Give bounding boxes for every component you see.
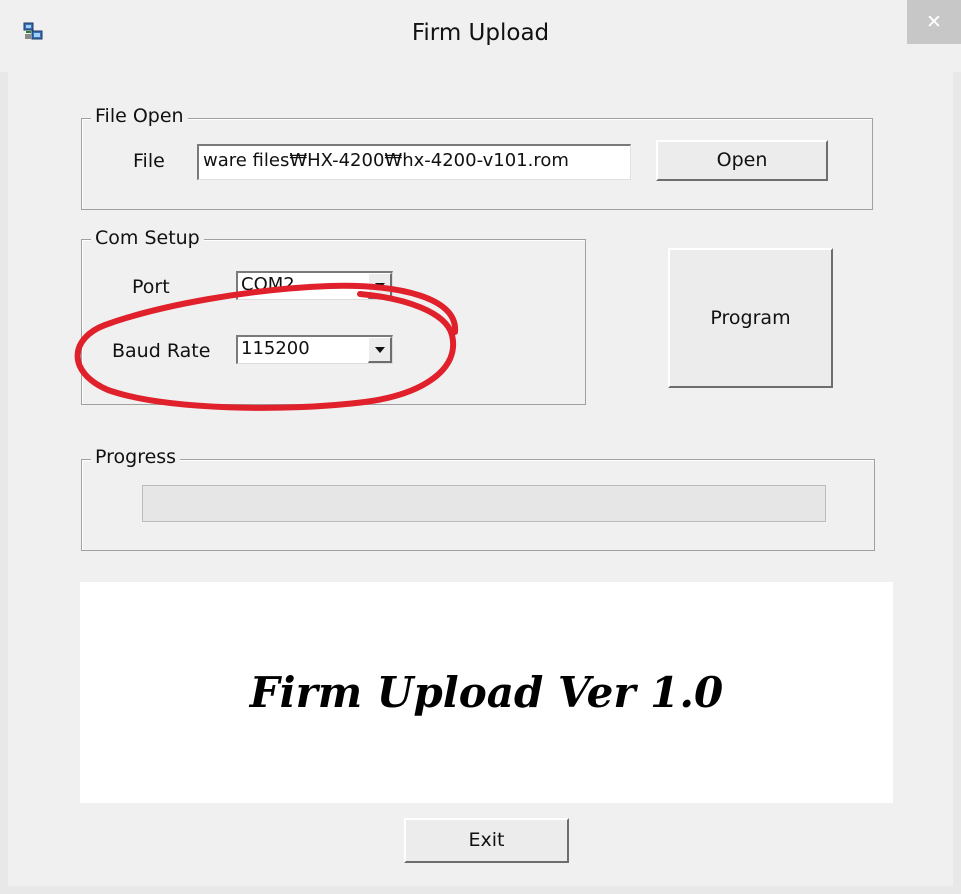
- version-banner: Firm Upload Ver 1.0: [80, 582, 893, 803]
- baud-rate-select-value: 115200: [241, 338, 310, 359]
- file-path-input[interactable]: ware files₩HX-4200₩hx-4200-v101.rom: [197, 144, 631, 180]
- progress-group-label: Progress: [91, 446, 181, 468]
- file-open-group-label: File Open: [91, 105, 188, 127]
- chevron-down-icon[interactable]: [368, 273, 392, 299]
- port-select[interactable]: COM2: [236, 271, 393, 300]
- exit-button[interactable]: Exit: [404, 818, 569, 863]
- program-button[interactable]: Program: [668, 248, 833, 388]
- chevron-down-icon[interactable]: [368, 337, 392, 363]
- program-button-label: Program: [710, 307, 791, 329]
- port-label: Port: [132, 276, 170, 298]
- open-button[interactable]: Open: [656, 140, 828, 181]
- firm-upload-window: Firm Upload ✕ File Open File ware files₩…: [0, 0, 961, 894]
- close-icon: ✕: [926, 11, 942, 33]
- window-title: Firm Upload: [411, 20, 550, 46]
- close-button[interactable]: ✕: [907, 0, 961, 44]
- com-setup-group-label: Com Setup: [91, 227, 204, 249]
- port-select-value: COM2: [241, 274, 295, 295]
- baud-rate-select[interactable]: 115200: [236, 335, 393, 364]
- progress-bar: [142, 485, 826, 522]
- title-bar[interactable]: Firm Upload ✕: [0, 0, 961, 72]
- window-frame-right: [953, 72, 961, 894]
- exit-button-label: Exit: [468, 829, 505, 851]
- file-label: File: [133, 150, 165, 172]
- baud-rate-label: Baud Rate: [112, 340, 211, 362]
- window-frame-bottom: [0, 886, 961, 894]
- com-setup-group: [81, 239, 586, 405]
- version-banner-text: Firm Upload Ver 1.0: [249, 668, 724, 717]
- open-button-label: Open: [716, 149, 768, 171]
- window-frame-left: [0, 72, 8, 894]
